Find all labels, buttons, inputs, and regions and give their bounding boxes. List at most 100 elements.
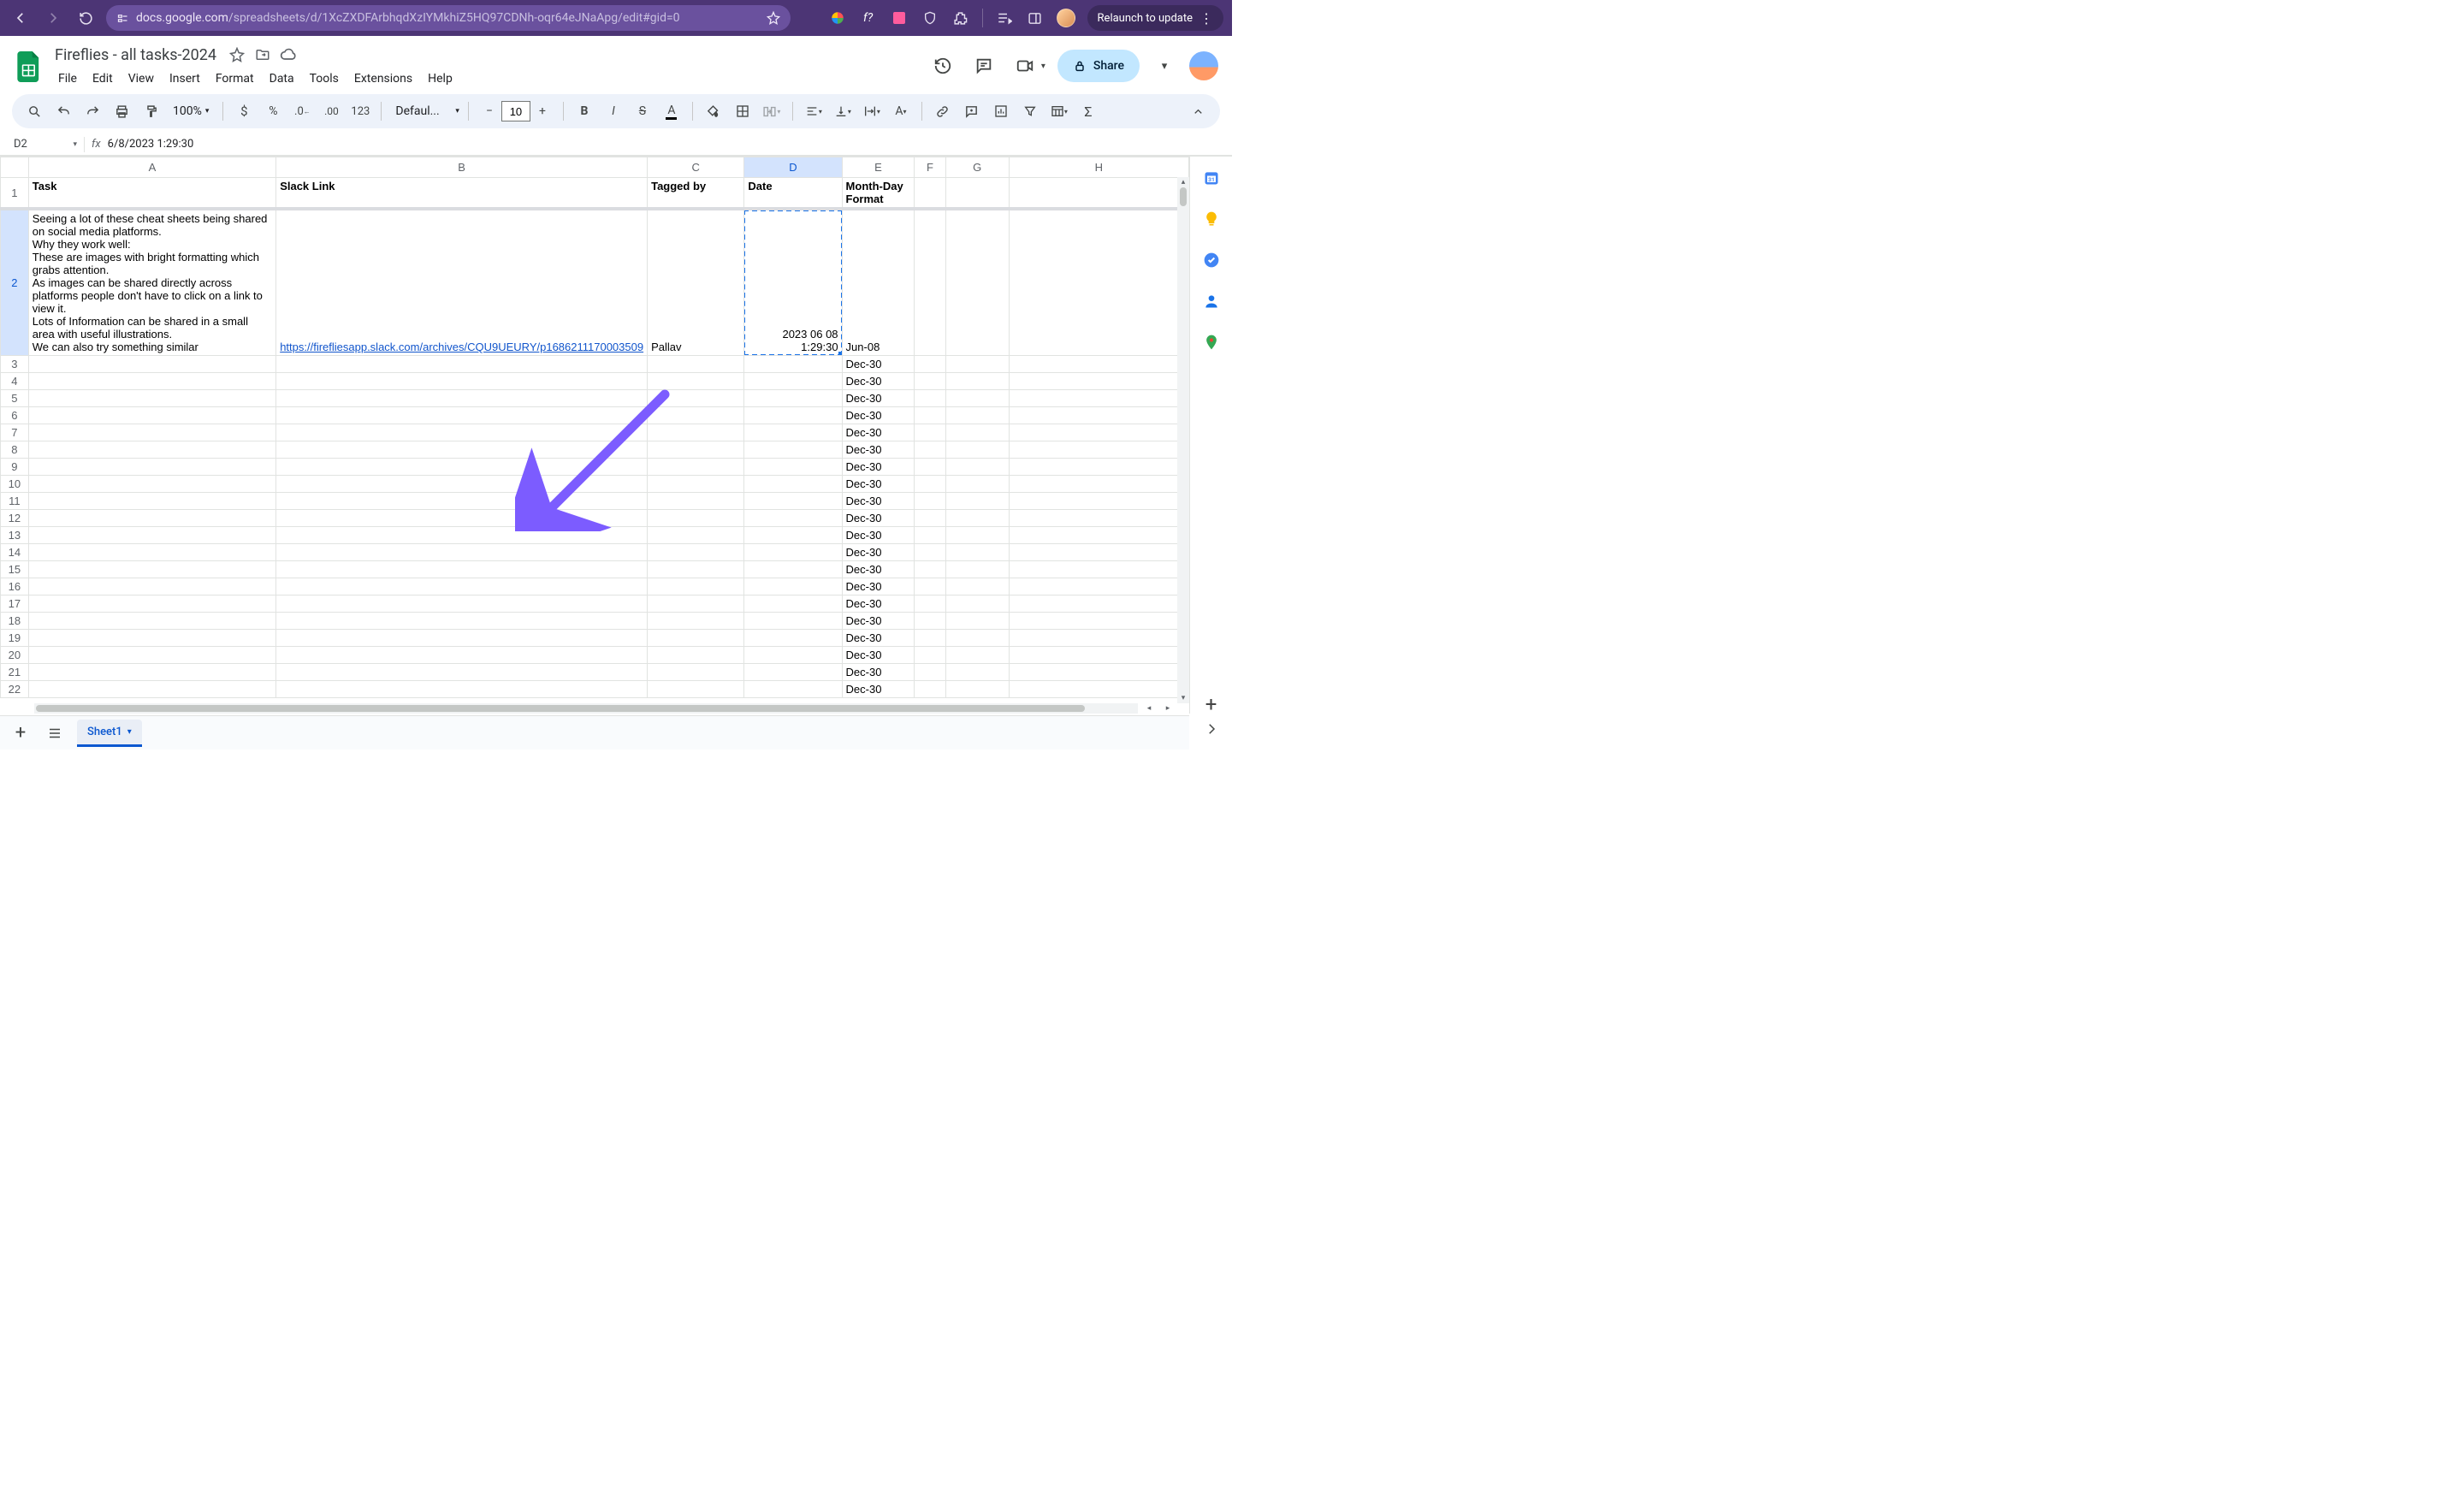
- tasks-icon[interactable]: [1202, 251, 1221, 270]
- cell[interactable]: [945, 578, 1009, 595]
- cell[interactable]: [28, 595, 275, 613]
- cell[interactable]: Dec-30: [842, 441, 915, 459]
- cell[interactable]: [945, 209, 1009, 356]
- add-addon-icon[interactable]: +: [1202, 695, 1221, 714]
- menu-tools[interactable]: Tools: [303, 68, 346, 89]
- cell[interactable]: [1009, 544, 1188, 561]
- cell[interactable]: Dec-30: [842, 407, 915, 424]
- cell[interactable]: [28, 441, 275, 459]
- cell[interactable]: [276, 373, 648, 390]
- star-icon[interactable]: [767, 11, 780, 25]
- cell[interactable]: [1009, 578, 1188, 595]
- functions-icon[interactable]: Σ: [1076, 99, 1100, 123]
- horizontal-scroll-arrows[interactable]: ◂▸: [1140, 703, 1177, 714]
- cell[interactable]: [1009, 178, 1188, 210]
- name-box[interactable]: D2▾: [7, 138, 84, 151]
- horizontal-scrollbar[interactable]: [34, 703, 1138, 714]
- ext-shield-icon[interactable]: [921, 9, 939, 27]
- menu-extensions[interactable]: Extensions: [347, 68, 419, 89]
- cell[interactable]: [1009, 390, 1188, 407]
- cell[interactable]: [648, 493, 744, 510]
- menu-data[interactable]: Data: [263, 68, 301, 89]
- cell[interactable]: [915, 630, 946, 647]
- cell[interactable]: [744, 664, 842, 681]
- cell[interactable]: [915, 390, 946, 407]
- cell[interactable]: [915, 441, 946, 459]
- cell[interactable]: [915, 664, 946, 681]
- cell[interactable]: [28, 493, 275, 510]
- cell[interactable]: [945, 647, 1009, 664]
- menu-view[interactable]: View: [121, 68, 161, 89]
- cell[interactable]: [945, 664, 1009, 681]
- cell[interactable]: [28, 459, 275, 476]
- cell[interactable]: [276, 613, 648, 630]
- maps-icon[interactable]: [1202, 333, 1221, 352]
- menu-help[interactable]: Help: [421, 68, 459, 89]
- cell[interactable]: Dec-30: [842, 664, 915, 681]
- cell[interactable]: [1009, 441, 1188, 459]
- cell[interactable]: [648, 578, 744, 595]
- cell[interactable]: [945, 459, 1009, 476]
- row-header-18[interactable]: 18: [1, 613, 29, 630]
- cell[interactable]: [648, 681, 744, 698]
- cell[interactable]: [648, 527, 744, 544]
- cell[interactable]: Dec-30: [842, 356, 915, 373]
- vertical-align-icon[interactable]: ▾: [831, 99, 855, 123]
- column-header-A[interactable]: A: [28, 157, 275, 178]
- italic-icon[interactable]: I: [601, 99, 625, 123]
- cell[interactable]: [744, 647, 842, 664]
- cell[interactable]: [28, 527, 275, 544]
- reload-button[interactable]: [74, 6, 98, 30]
- playlist-icon[interactable]: [995, 9, 1014, 27]
- cell[interactable]: [945, 510, 1009, 527]
- cell[interactable]: [744, 595, 842, 613]
- text-wrap-icon[interactable]: ▾: [860, 99, 884, 123]
- ext-colorwheel-icon[interactable]: [828, 9, 847, 27]
- share-dropdown[interactable]: ▾: [1152, 50, 1177, 82]
- merge-cells-icon[interactable]: ▾: [760, 99, 784, 123]
- cell[interactable]: [945, 544, 1009, 561]
- cell[interactable]: Jun-08: [842, 209, 915, 356]
- cell[interactable]: [915, 459, 946, 476]
- cell[interactable]: [648, 664, 744, 681]
- cell[interactable]: [648, 613, 744, 630]
- back-button[interactable]: [9, 6, 33, 30]
- cell[interactable]: [744, 630, 842, 647]
- row-header-21[interactable]: 21: [1, 664, 29, 681]
- horizontal-align-icon[interactable]: ▾: [802, 99, 826, 123]
- comments-icon[interactable]: [969, 51, 998, 80]
- extensions-icon[interactable]: [951, 9, 970, 27]
- column-header-G[interactable]: G: [945, 157, 1009, 178]
- spreadsheet-grid[interactable]: ABCDEFGH1TaskSlack LinkTagged byDateMont…: [0, 157, 1189, 714]
- cell[interactable]: Dec-30: [842, 510, 915, 527]
- cell[interactable]: [945, 407, 1009, 424]
- star-icon[interactable]: [228, 46, 246, 63]
- cell[interactable]: [28, 578, 275, 595]
- cell[interactable]: [276, 424, 648, 441]
- explore-icon[interactable]: [1198, 715, 1225, 743]
- cell[interactable]: [744, 459, 842, 476]
- cell[interactable]: Slack Link: [276, 178, 648, 210]
- chevron-down-icon[interactable]: ▾: [1041, 62, 1045, 71]
- cell[interactable]: [744, 476, 842, 493]
- cell[interactable]: [28, 613, 275, 630]
- filter-views-icon[interactable]: ▾: [1047, 99, 1071, 123]
- cell[interactable]: [1009, 493, 1188, 510]
- menu-edit[interactable]: Edit: [86, 68, 120, 89]
- cell[interactable]: [276, 647, 648, 664]
- cell[interactable]: [915, 561, 946, 578]
- cell[interactable]: [945, 561, 1009, 578]
- cell[interactable]: [1009, 356, 1188, 373]
- text-color-icon[interactable]: A: [660, 99, 684, 123]
- cell[interactable]: [648, 630, 744, 647]
- cell[interactable]: [276, 459, 648, 476]
- cell[interactable]: Dec-30: [842, 527, 915, 544]
- cell[interactable]: [744, 407, 842, 424]
- cell[interactable]: [1009, 613, 1188, 630]
- cell[interactable]: [276, 561, 648, 578]
- cell[interactable]: [648, 390, 744, 407]
- column-header-H[interactable]: H: [1009, 157, 1188, 178]
- cell[interactable]: Dec-30: [842, 647, 915, 664]
- row-header-4[interactable]: 4: [1, 373, 29, 390]
- cell[interactable]: [915, 527, 946, 544]
